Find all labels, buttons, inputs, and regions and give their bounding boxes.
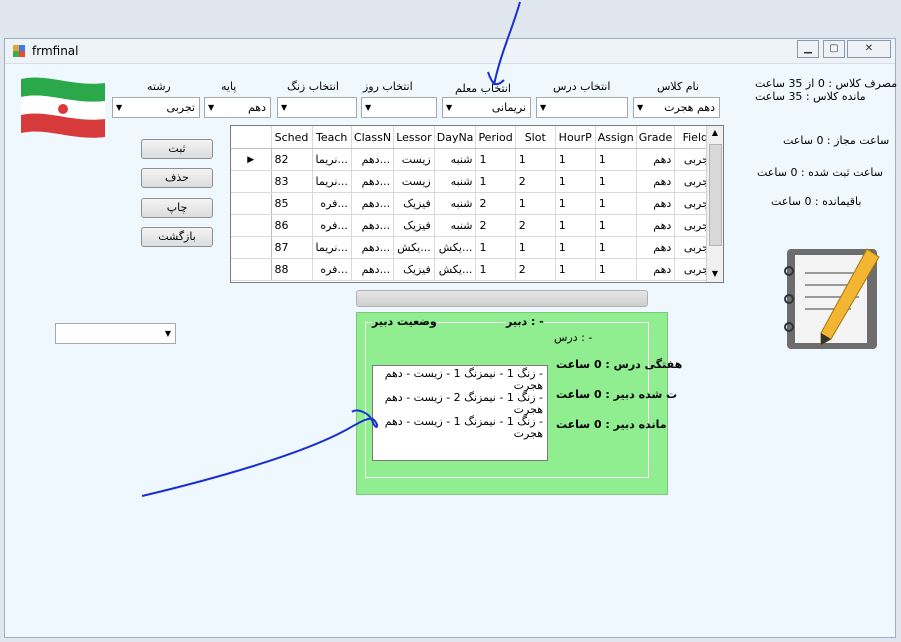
hand-drawn-annotation (141, 1, 521, 497)
